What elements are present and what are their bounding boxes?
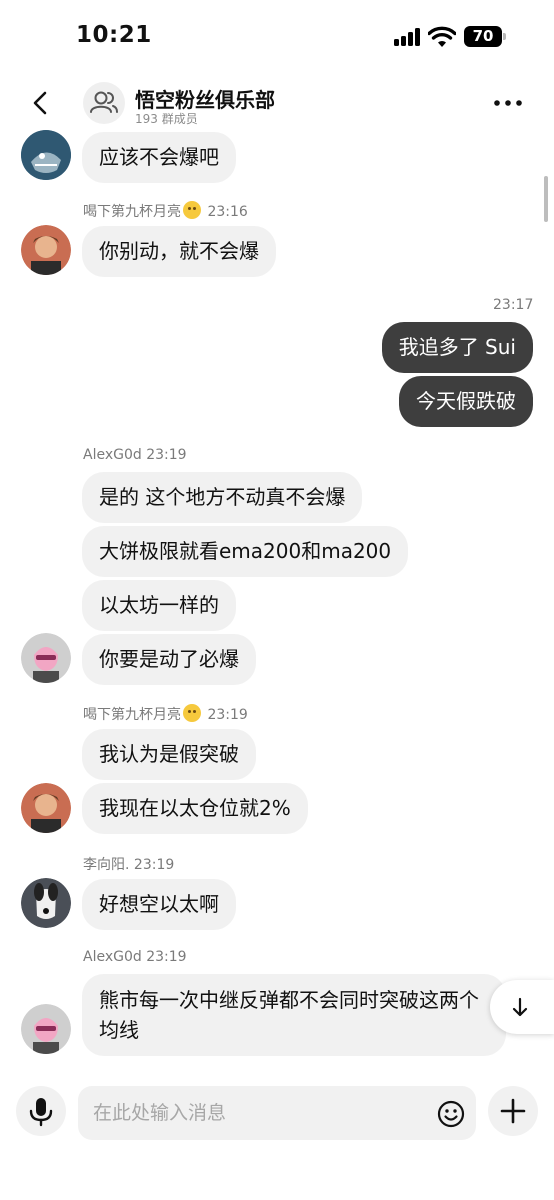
message-bubble[interactable]: 我认为是假突破 — [82, 729, 256, 780]
avatar[interactable] — [21, 1004, 71, 1054]
cellular-signal-icon — [394, 28, 422, 46]
message-bubble[interactable]: 应该不会爆吧 — [82, 132, 236, 183]
composer — [0, 1062, 554, 1200]
status-bar: 10:21 70 — [0, 0, 554, 72]
avatar[interactable] — [21, 633, 71, 683]
message-bubble[interactable]: 以太坊一样的 — [82, 580, 236, 631]
avatar[interactable] — [21, 225, 71, 275]
sender-line: AlexG0d 23:19 — [83, 447, 187, 463]
sender-line: AlexG0d 23:19 — [83, 949, 187, 965]
battery-level: 70 — [464, 26, 502, 47]
group-icon — [90, 91, 118, 113]
avatar[interactable] — [21, 130, 71, 180]
smiley-emoji-icon — [183, 201, 201, 219]
message-bubble[interactable]: 好想空以太啊 — [82, 879, 236, 930]
message-bubble[interactable]: 是的 这个地方不动真不会爆 — [82, 472, 363, 523]
sender-name[interactable]: 李向阳. — [83, 857, 129, 873]
status-time: 10:21 — [76, 22, 152, 48]
message-bubble[interactable]: 你要是动了必爆 — [82, 634, 256, 685]
group-avatar[interactable] — [83, 82, 125, 124]
outgoing-message-bubble[interactable]: 今天假跌破 — [399, 376, 533, 427]
arrow-down-icon — [512, 997, 528, 1017]
message-time: 23:19 — [133, 857, 175, 873]
chat-header: 悟空粉丝俱乐部 193 群成员 — [0, 72, 554, 134]
sender-name[interactable]: AlexG0d — [83, 949, 142, 965]
sender-line: 李向阳. 23:19 — [83, 854, 174, 874]
message-time: 23:19 — [207, 707, 248, 723]
member-count: 193 群成员 — [135, 112, 198, 126]
scroll-to-bottom-button[interactable] — [490, 980, 554, 1034]
sender-name[interactable]: 喝下第九杯月亮 — [83, 204, 181, 220]
chevron-left-icon[interactable] — [24, 86, 58, 120]
sender-name[interactable]: 喝下第九杯月亮 — [83, 707, 181, 723]
avatar[interactable] — [21, 783, 71, 833]
outgoing-message-bubble[interactable]: 我追多了 Sui — [381, 322, 533, 373]
smiley-emoji-icon — [183, 704, 201, 722]
time-divider: 23:17 — [493, 297, 534, 313]
smiley-icon[interactable] — [436, 1099, 466, 1129]
plus-icon — [500, 1098, 526, 1124]
message-input[interactable] — [78, 1086, 476, 1140]
message-bubble[interactable]: 熊市每一次中继反弹都不会同时突破这两个均线 — [82, 974, 506, 1056]
more-dots-icon[interactable] — [490, 88, 526, 118]
group-title[interactable]: 悟空粉丝俱乐部 — [135, 84, 275, 113]
sender-line: 喝下第九杯月亮 23:16 — [83, 201, 248, 221]
sender-line: 喝下第九杯月亮 23:19 — [83, 704, 248, 724]
message-time: 23:19 — [146, 447, 187, 463]
message-bubble[interactable]: 我现在以太仓位就2% — [82, 783, 308, 834]
message-time: 23:16 — [207, 204, 248, 220]
message-time: 23:19 — [146, 949, 187, 965]
add-attachment-button[interactable] — [488, 1086, 538, 1136]
avatar[interactable] — [21, 878, 71, 928]
sender-name[interactable]: AlexG0d — [83, 447, 142, 463]
message-bubble[interactable]: 大饼极限就看ema200和ma200 — [82, 526, 409, 577]
battery-icon: 70 — [464, 26, 506, 47]
wifi-icon — [428, 26, 456, 47]
voice-button[interactable] — [16, 1086, 66, 1136]
scrollbar-thumb[interactable] — [544, 176, 548, 222]
message-bubble[interactable]: 你别动，就不会爆 — [82, 226, 276, 277]
microphone-icon — [29, 1098, 53, 1127]
